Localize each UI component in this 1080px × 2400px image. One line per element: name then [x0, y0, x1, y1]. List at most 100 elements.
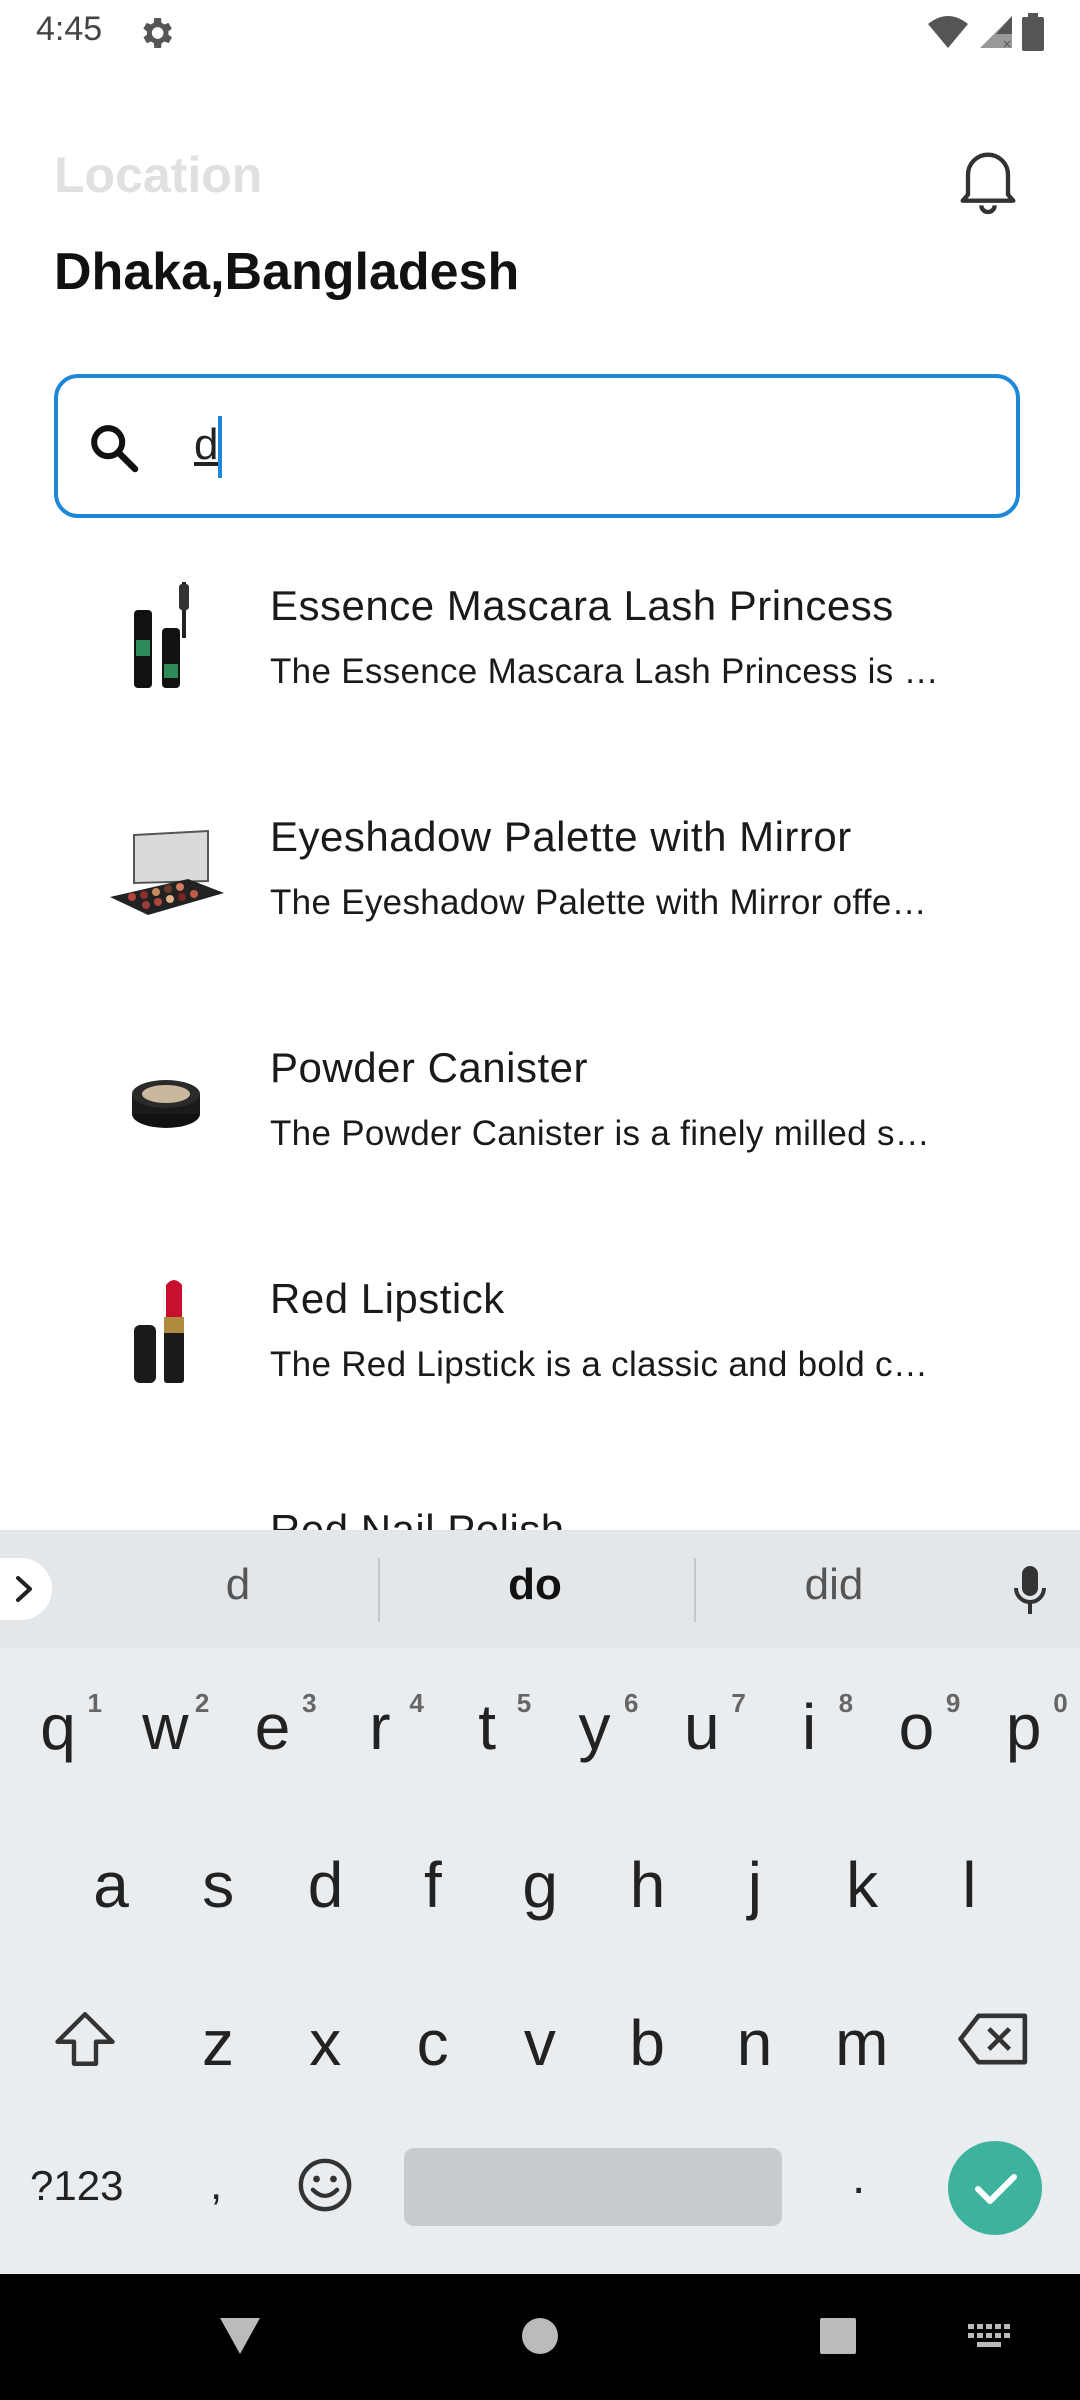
list-item[interactable]: Eyeshadow Palette with Mirror The Eyesha… [0, 791, 1080, 1021]
suggestion-2[interactable]: do [385, 1560, 685, 1610]
key-b[interactable]: b [597, 2006, 697, 2080]
settings-gear-icon [143, 18, 172, 48]
key-letter: v [523, 2007, 556, 2079]
notification-bell-icon[interactable] [948, 138, 1028, 218]
enter-key[interactable] [948, 2141, 1042, 2235]
search-query-text: d [194, 420, 219, 469]
period-key[interactable]: . [852, 2150, 865, 2205]
item-title: Powder Canister [270, 1044, 588, 1091]
list-item[interactable]: Essence Mascara Lash Princess The Essenc… [0, 560, 1080, 790]
eyeshadow-palette-thumbnail [110, 829, 224, 915]
space-key[interactable] [404, 2148, 782, 2226]
key-i[interactable]: i8 [759, 1688, 859, 1764]
emoji-key-icon[interactable] [296, 2156, 354, 2214]
key-z[interactable]: z [168, 2006, 268, 2080]
cell-signal-icon: × [980, 16, 1012, 50]
back-triangle-icon[interactable] [218, 2316, 262, 2356]
keyboard-switcher-icon[interactable] [968, 2324, 1012, 2350]
key-l[interactable]: l [919, 1848, 1019, 1922]
system-navigation-bar [0, 2274, 1080, 2400]
key-number-hint: 9 [945, 1688, 961, 1718]
suggestion-divider [378, 1558, 380, 1622]
item-description: The Red Lipstick is a classic and bold c… [270, 1345, 929, 1384]
location-value[interactable]: Dhaka,Bangladesh [54, 242, 519, 302]
key-number-hint: 5 [516, 1688, 532, 1718]
battery-icon [1022, 13, 1044, 51]
key-x[interactable]: x [275, 2006, 375, 2080]
key-s[interactable]: s [168, 1848, 268, 1922]
item-description: The Essence Mascara Lash Princess is … [270, 652, 939, 691]
key-h[interactable]: h [598, 1848, 698, 1922]
key-u[interactable]: u7 [652, 1688, 752, 1764]
key-letter: q [40, 1691, 76, 1763]
key-d[interactable]: d [276, 1848, 376, 1922]
item-description: The Powder Canister is a finely milled s… [270, 1114, 931, 1153]
status-time: 4:45 [36, 10, 103, 48]
suggestion-3[interactable]: did [684, 1560, 984, 1610]
key-number-hint: 2 [194, 1688, 210, 1718]
key-number-hint: 0 [1053, 1688, 1068, 1718]
home-circle-icon[interactable] [520, 2316, 560, 2356]
key-letter: a [93, 1849, 129, 1921]
lipstick-thumbnail [134, 1280, 184, 1383]
key-letter: y [578, 1691, 611, 1763]
search-input[interactable]: d [54, 374, 1020, 518]
key-letter: x [309, 2007, 342, 2079]
key-number-hint: 1 [87, 1688, 102, 1718]
key-q[interactable]: q1 [8, 1688, 108, 1764]
key-e[interactable]: e3 [223, 1688, 323, 1764]
key-letter: o [898, 1691, 935, 1763]
text-caret [218, 416, 222, 478]
key-p[interactable]: p0 [974, 1688, 1074, 1764]
key-a[interactable]: a [61, 1848, 161, 1922]
wifi-icon [928, 16, 968, 48]
key-letter: k [846, 1849, 879, 1921]
key-letter: m [835, 2007, 889, 2079]
symbols-key[interactable]: ?123 [30, 2162, 123, 2210]
key-letter: p [1005, 1691, 1042, 1763]
key-g[interactable]: g [490, 1848, 590, 1922]
checkmark-icon [975, 2174, 1017, 2204]
backspace-key-icon[interactable] [958, 2008, 1030, 2070]
key-number-hint: 7 [731, 1688, 746, 1718]
comma-key[interactable]: , [210, 2160, 222, 2210]
shift-key-icon[interactable] [52, 2006, 118, 2072]
key-letter: r [369, 1691, 391, 1763]
key-c[interactable]: c [383, 2006, 483, 2080]
suggestion-bar: d do did [0, 1530, 1080, 1648]
chevron-right-icon [16, 1576, 32, 1602]
expand-toolbar-button[interactable] [0, 1558, 52, 1620]
item-title: Eyeshadow Palette with Mirror [270, 813, 852, 860]
suggestion-1[interactable]: d [88, 1560, 388, 1610]
key-number-hint: 6 [624, 1688, 639, 1718]
powder-canister-thumbnail [132, 1080, 200, 1128]
key-letter: j [747, 1849, 762, 1921]
key-letter: z [202, 2007, 234, 2079]
key-r[interactable]: r4 [330, 1688, 430, 1764]
item-description: The Eyeshadow Palette with Mirror offe… [270, 883, 927, 922]
key-letter: l [962, 1849, 977, 1921]
key-k[interactable]: k [812, 1848, 912, 1922]
list-item[interactable]: Red Lipstick The Red Lipstick is a class… [0, 1253, 1080, 1483]
key-letter: i [801, 1691, 817, 1763]
key-v[interactable]: v [490, 2006, 590, 2080]
list-item[interactable]: Powder Canister The Powder Canister is a… [0, 1022, 1080, 1252]
key-letter: b [629, 2007, 665, 2079]
key-letter: w [142, 1691, 189, 1763]
key-j[interactable]: j [705, 1848, 805, 1922]
key-letter: s [202, 1849, 235, 1921]
key-m[interactable]: m [812, 2006, 912, 2080]
key-letter: n [736, 2007, 773, 2079]
status-icons: × [926, 12, 1044, 52]
mascara-thumbnail [134, 582, 189, 688]
key-t[interactable]: t5 [437, 1688, 537, 1764]
key-o[interactable]: o9 [866, 1688, 966, 1764]
recents-square-icon[interactable] [818, 2316, 858, 2356]
key-n[interactable]: n [705, 2006, 805, 2080]
key-letter: t [478, 1691, 497, 1763]
key-y[interactable]: y6 [545, 1688, 645, 1764]
key-w[interactable]: w2 [115, 1688, 215, 1764]
key-f[interactable]: f [383, 1848, 483, 1922]
key-number-hint: 3 [302, 1688, 317, 1718]
microphone-icon[interactable] [1010, 1564, 1050, 1616]
